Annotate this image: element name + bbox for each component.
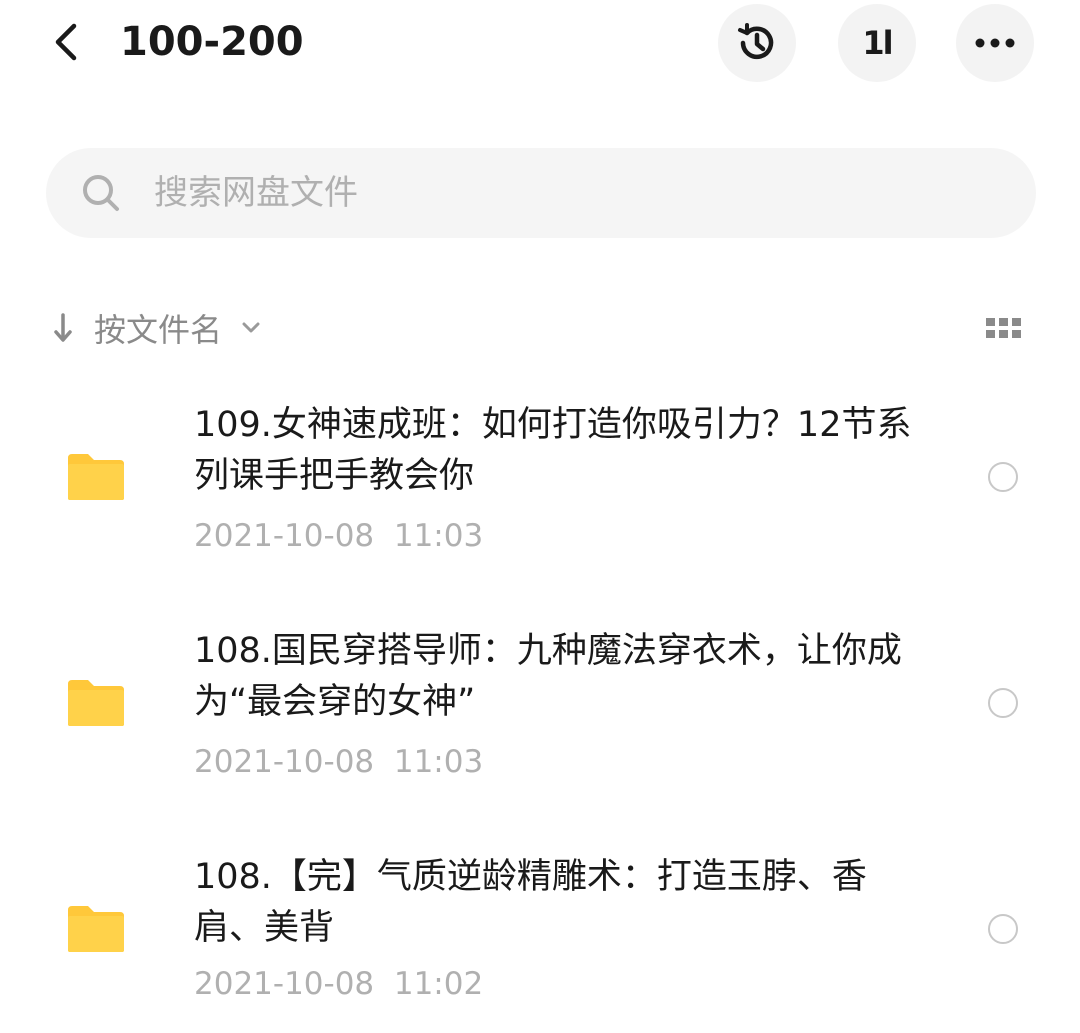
more-button[interactable] (956, 4, 1034, 82)
search-icon (80, 172, 122, 214)
select-checkbox[interactable] (988, 688, 1018, 718)
folder-icon (68, 906, 124, 952)
sort-label: 按文件名 (94, 311, 223, 349)
select-checkbox[interactable] (988, 914, 1018, 944)
grid-view-icon (986, 318, 1021, 338)
history-button[interactable] (718, 4, 796, 82)
search-bar[interactable] (46, 148, 1036, 238)
folder-icon (68, 454, 124, 500)
sort-selector[interactable]: 按文件名 (52, 300, 262, 356)
select-checkbox[interactable] (988, 462, 1018, 492)
chevron-left-icon (55, 23, 77, 61)
history-icon (738, 23, 774, 60)
more-icon (975, 38, 1015, 48)
file-name: 108.国民穿搭导师：九种魔法穿衣术，让你成为“最会穿的女神” (194, 631, 902, 722)
file-name: 109.女神速成班：如何打造你吸引力？12节系列课手把手教会你 (194, 405, 912, 496)
back-button[interactable] (44, 20, 88, 64)
file-list-item[interactable]: 108.国民穿搭导师：九种魔法穿衣术，让你成为“最会穿的女神” 2021-10-… (0, 616, 1080, 842)
file-time: 2021-10-08 11:03 (194, 744, 484, 780)
sort-button[interactable]: 1l (838, 4, 916, 82)
file-list-item[interactable]: 109.女神速成班：如何打造你吸引力？12节系列课手把手教会你 2021-10-… (0, 390, 1080, 616)
folder-icon (68, 680, 124, 726)
file-time: 2021-10-08 11:03 (194, 518, 484, 554)
file-name: 108.【完】气质逆龄精雕术：打造玉脖、香肩、美背 (194, 857, 867, 948)
page: 100-200 1l 搜索网盘文件 按文件名 109.女神速成班：如何打造你吸引… (0, 0, 1080, 1033)
top-bar: 100-200 1l (0, 0, 1080, 90)
file-time: 2021-10-08 11:02 (194, 966, 484, 1002)
sort-icon: 1l (862, 24, 893, 62)
file-list-item[interactable]: 108.【完】气质逆龄精雕术：打造玉脖、香肩、美背 2021-10-08 11:… (0, 842, 1080, 1033)
search-input[interactable] (152, 172, 916, 214)
grid-view-button[interactable] (984, 314, 1024, 342)
chevron-down-icon (240, 317, 262, 339)
arrow-down-icon (54, 313, 72, 342)
page-title: 100-200 (120, 19, 304, 65)
